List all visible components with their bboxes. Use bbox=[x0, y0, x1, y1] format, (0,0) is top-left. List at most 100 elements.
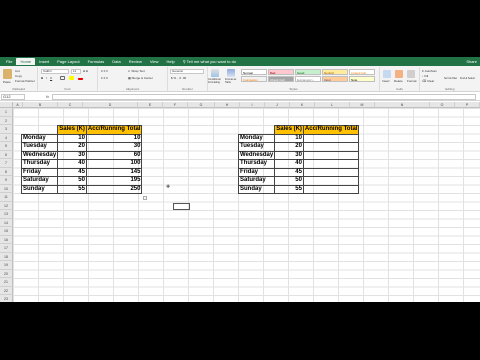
wrap-text-button[interactable]: ↵ Wrap Text bbox=[128, 69, 145, 73]
day-cell[interactable]: Friday bbox=[237, 167, 276, 177]
header-sales[interactable]: Sales (K) bbox=[274, 125, 304, 135]
day-cell[interactable]: Monday bbox=[20, 133, 59, 143]
align-top-icon[interactable]: ≡ ≡ ≡ bbox=[101, 69, 108, 73]
row-header[interactable]: 5 bbox=[0, 142, 13, 151]
day-cell[interactable]: Sunday bbox=[20, 184, 59, 194]
row-header[interactable]: 20 bbox=[0, 269, 13, 278]
day-cell[interactable]: Thursday bbox=[20, 159, 59, 169]
conditional-formatting-icon[interactable] bbox=[211, 69, 219, 77]
tab-help[interactable]: Help bbox=[162, 58, 178, 65]
selected-cell-outline[interactable] bbox=[173, 203, 190, 210]
total-cell[interactable]: 250 bbox=[85, 184, 143, 194]
tell-me-search[interactable]: ⚲ Tell me what you want to do bbox=[183, 59, 236, 64]
header-running-total[interactable]: Acc/Running Total bbox=[85, 125, 143, 135]
bold-icon[interactable]: B bbox=[41, 76, 43, 80]
copy-button[interactable]: Copy bbox=[15, 74, 22, 78]
style-linked-cell[interactable]: Linked Cell bbox=[349, 69, 375, 75]
tab-page-layout[interactable]: Page Layout bbox=[53, 58, 83, 65]
style-calculation[interactable]: Calculation bbox=[241, 76, 267, 82]
day-cell[interactable]: Tuesday bbox=[20, 142, 59, 152]
row-header[interactable]: 19 bbox=[0, 261, 13, 270]
total-cell[interactable]: 10 bbox=[85, 133, 143, 143]
row-header[interactable]: 4 bbox=[0, 133, 13, 142]
autosum-button[interactable]: Σ AutoSum bbox=[422, 69, 437, 73]
style-good[interactable]: Good bbox=[295, 69, 321, 75]
number-format-select[interactable]: General bbox=[170, 69, 204, 74]
font-name-select[interactable]: Calibri bbox=[41, 69, 69, 74]
row-header[interactable]: 16 bbox=[0, 235, 13, 244]
underline-icon[interactable]: U bbox=[50, 76, 52, 80]
row-header[interactable]: 6 bbox=[0, 150, 13, 159]
tab-file[interactable]: File bbox=[2, 58, 16, 65]
total-cell[interactable]: 60 bbox=[85, 150, 143, 160]
tab-formulas[interactable]: Formulas bbox=[84, 58, 109, 65]
borders-icon[interactable] bbox=[60, 76, 65, 80]
sales-cell[interactable]: 30 bbox=[274, 150, 304, 160]
day-cell[interactable]: Monday bbox=[237, 133, 276, 143]
sales-cell[interactable]: 50 bbox=[274, 176, 304, 186]
sales-cell[interactable]: 45 bbox=[274, 167, 304, 177]
fx-icon[interactable]: fx bbox=[46, 94, 49, 99]
day-cell[interactable]: Wednesday bbox=[237, 150, 276, 160]
sales-cell[interactable]: 20 bbox=[57, 142, 87, 152]
row-header[interactable]: 17 bbox=[0, 244, 13, 253]
row-header[interactable]: 21 bbox=[0, 278, 13, 287]
sales-cell[interactable]: 55 bbox=[274, 184, 304, 194]
sort-filter-button[interactable]: Sort & Filter bbox=[444, 77, 457, 81]
format-as-table-icon[interactable] bbox=[227, 69, 235, 77]
total-cell[interactable]: 30 bbox=[85, 142, 143, 152]
share-button[interactable]: Share bbox=[466, 59, 477, 64]
tab-insert[interactable]: Insert bbox=[35, 58, 53, 65]
total-cell[interactable]: 145 bbox=[85, 167, 143, 177]
row-header[interactable]: 7 bbox=[0, 159, 13, 168]
insert-cells-icon[interactable] bbox=[383, 70, 391, 78]
conditional-formatting-label[interactable]: Conditional Formatting bbox=[208, 78, 224, 84]
row-header[interactable]: 13 bbox=[0, 210, 13, 219]
merge-center-button[interactable]: ▦ Merge & Center bbox=[128, 76, 153, 80]
style-note[interactable]: Note bbox=[349, 76, 375, 82]
currency-icon[interactable]: $ % , .0 .00 bbox=[171, 76, 186, 80]
total-cell[interactable] bbox=[302, 184, 360, 194]
style-normal[interactable]: Normal bbox=[241, 69, 267, 75]
quick-analysis-icon[interactable] bbox=[143, 196, 147, 200]
day-cell[interactable]: Tuesday bbox=[237, 142, 276, 152]
sales-cell[interactable]: 50 bbox=[57, 176, 87, 186]
delete-cells-icon[interactable] bbox=[395, 70, 403, 78]
sales-cell[interactable]: 20 bbox=[274, 142, 304, 152]
cut-button[interactable]: Cut bbox=[15, 69, 20, 73]
italic-icon[interactable]: I bbox=[46, 76, 47, 80]
format-as-table-label[interactable]: Format as Table bbox=[225, 78, 239, 84]
total-cell[interactable] bbox=[302, 133, 360, 143]
sales-cell[interactable]: 45 bbox=[57, 167, 87, 177]
total-cell[interactable]: 100 bbox=[85, 159, 143, 169]
tab-home[interactable]: Home bbox=[16, 58, 36, 65]
day-cell[interactable]: Thursday bbox=[237, 159, 276, 169]
day-cell[interactable]: Sunday bbox=[237, 184, 276, 194]
sales-cell[interactable]: 10 bbox=[274, 133, 304, 143]
fill-button[interactable]: ↓ Fill bbox=[422, 74, 428, 78]
row-header[interactable]: 2 bbox=[0, 116, 13, 125]
style-explanatory[interactable]: Explanatory... bbox=[295, 76, 321, 82]
style-input[interactable]: Input bbox=[322, 76, 348, 82]
day-cell[interactable]: Friday bbox=[20, 167, 59, 177]
sales-cell[interactable]: 40 bbox=[274, 159, 304, 169]
row-header[interactable]: 22 bbox=[0, 286, 13, 295]
font-color-icon[interactable] bbox=[78, 76, 83, 80]
row-header[interactable]: 8 bbox=[0, 167, 13, 176]
grow-font-icon[interactable]: A A bbox=[83, 69, 88, 73]
total-cell[interactable] bbox=[302, 167, 360, 177]
header-sales[interactable]: Sales (K) bbox=[57, 125, 87, 135]
format-painter-button[interactable]: Format Painter bbox=[15, 79, 35, 83]
day-cell[interactable]: Saturday bbox=[20, 176, 59, 186]
find-select-button[interactable]: Find & Select bbox=[460, 77, 475, 81]
row-header[interactable]: 10 bbox=[0, 184, 13, 193]
row-header[interactable]: 9 bbox=[0, 176, 13, 185]
formula-input[interactable] bbox=[52, 94, 476, 100]
align-left-icon[interactable]: ≡ ≡ ≡ bbox=[101, 76, 108, 80]
day-cell[interactable]: Saturday bbox=[237, 176, 276, 186]
style-check-cell[interactable]: Check Cell bbox=[268, 76, 294, 82]
header-running-total[interactable]: Acc/Running Total bbox=[302, 125, 360, 135]
sales-cell[interactable]: 30 bbox=[57, 150, 87, 160]
total-cell[interactable] bbox=[302, 142, 360, 152]
total-cell[interactable]: 195 bbox=[85, 176, 143, 186]
